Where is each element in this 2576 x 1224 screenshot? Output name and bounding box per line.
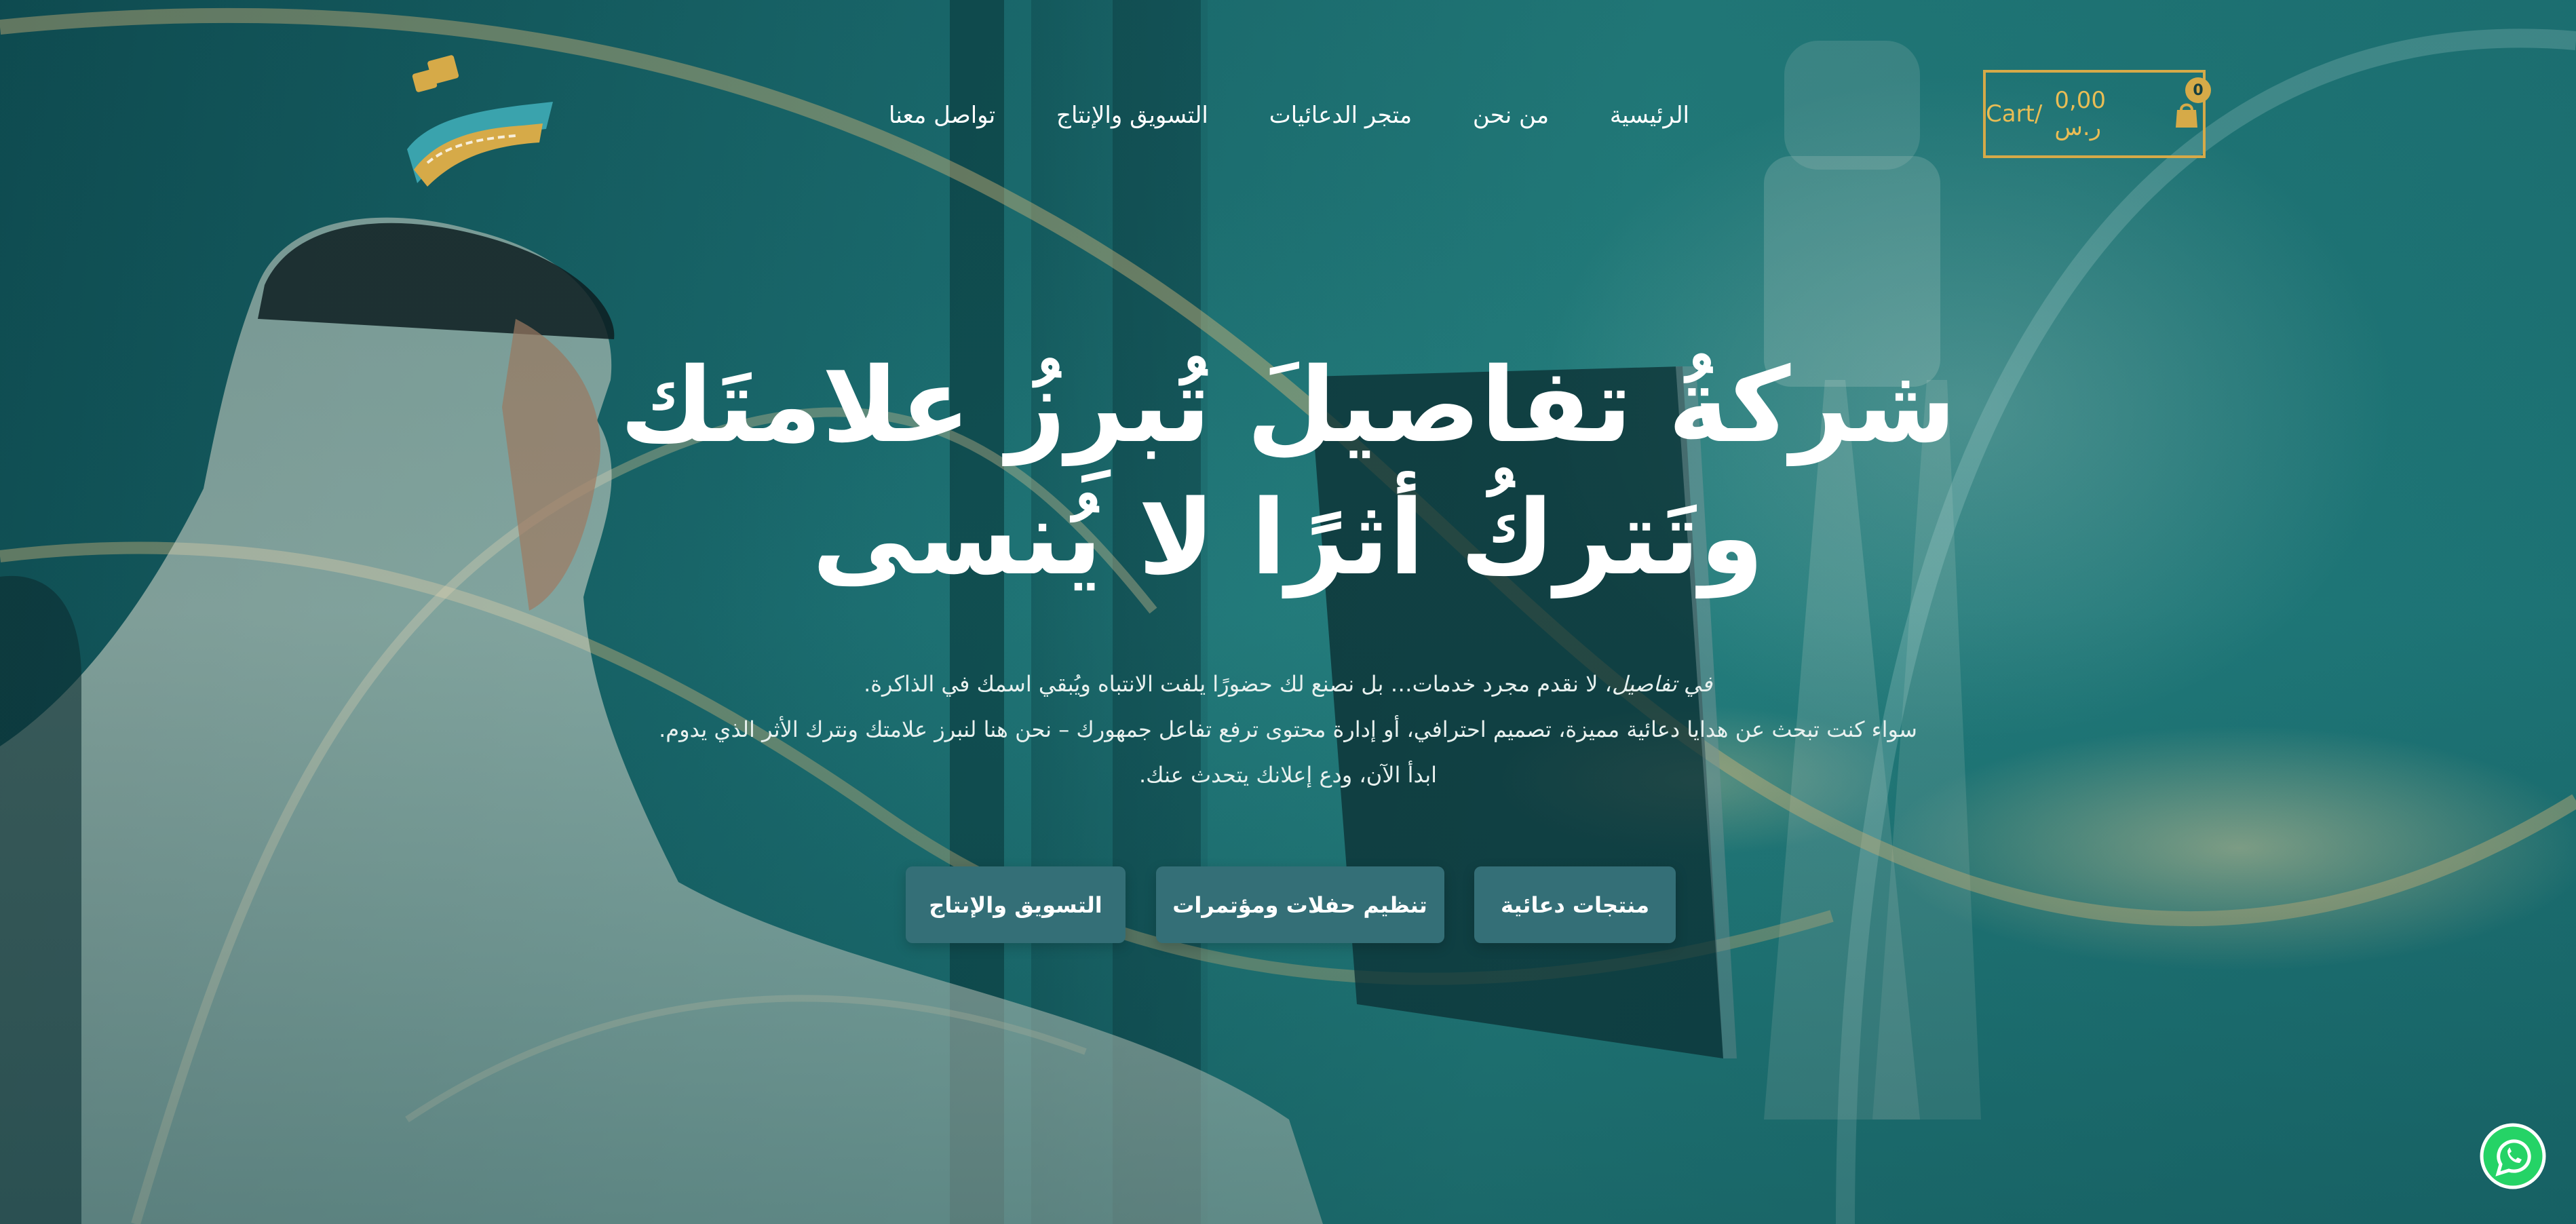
hero-headline: شركةُ تفاصيلَ تُبرِزُ علامتَك وتَتركُ أث… — [611, 339, 1965, 604]
nav-item-contact[interactable]: تواصل معنا — [889, 102, 995, 129]
brand-logo[interactable] — [387, 47, 563, 190]
hero-description: في تفاصيل، لا نقدم مجرد خدمات… بل نصنع ل… — [475, 662, 2101, 798]
desc-line-2: سواء كنت تبحث عن هدايا دعائية مميزة، تصم… — [659, 716, 1917, 742]
promo-products-button[interactable]: منتجات دعائية — [1474, 866, 1676, 943]
marketing-button[interactable]: التسويق والإنتاج — [906, 866, 1126, 943]
main-nav: الرئيسية من نحن متجر الدعائيات التسويق و… — [889, 95, 1689, 136]
headline-line-1: شركةُ تفاصيلَ تُبرِزُ علامتَك — [619, 345, 1957, 465]
events-button[interactable]: تنظيم حفلات ومؤتمرات — [1155, 866, 1444, 943]
nav-item-store[interactable]: متجر الدعائيات — [1269, 102, 1412, 129]
nav-item-marketing[interactable]: التسويق والإنتاج — [1056, 102, 1208, 129]
desc-line-1-text: ، لا نقدم مجرد خدمات… بل نصنع لك حضورًا … — [864, 671, 1612, 697]
cart-button[interactable]: Cart/ 0,00 ر.س 0 — [1983, 70, 2211, 158]
nav-item-about[interactable]: من نحن — [1473, 102, 1549, 129]
cart-amount: 0,00 ر.س — [2054, 87, 2107, 141]
cart-label: Cart/ — [1986, 100, 2043, 128]
cart-count-badge: 0 — [2185, 77, 2211, 103]
cta-buttons: منتجات دعائية تنظيم حفلات ومؤتمرات التسو… — [906, 866, 1676, 943]
desc-line-3: ابدأ الآن، ودع إعلانك يتحدث عنك. — [1138, 762, 1438, 788]
desc-brand-emphasis: في تفاصيل — [1611, 671, 1712, 697]
shopping-bag-icon: 0 — [2170, 77, 2211, 130]
nav-item-home[interactable]: الرئيسية — [1610, 102, 1689, 129]
desc-line-1: في تفاصيل، لا نقدم مجرد خدمات… بل نصنع ل… — [475, 662, 2101, 707]
headline-line-2: وتَتركُ أثرًا لا يُنسى — [812, 478, 1764, 598]
whatsapp-icon[interactable] — [2479, 1122, 2547, 1190]
